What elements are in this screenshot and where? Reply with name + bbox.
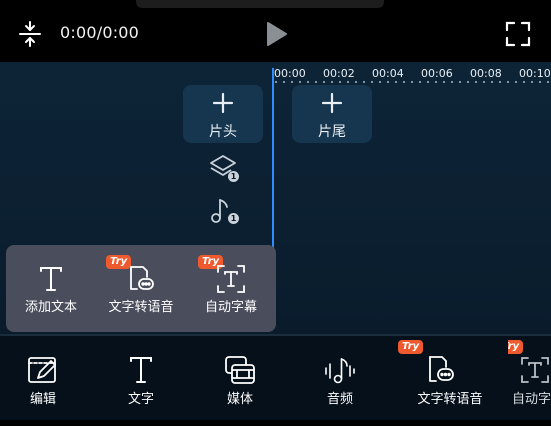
tick-label: 00:00 — [274, 67, 306, 80]
text-popup-menu: 添加文本 Try 文字转语音 Try 自动字幕 — [6, 245, 276, 332]
layer-count-badge: 1 — [228, 171, 239, 182]
play-icon[interactable] — [264, 21, 288, 47]
player-bar: 0:00/0:00 — [0, 0, 551, 62]
audio-icon — [325, 358, 355, 384]
tool-label: 编辑 — [29, 392, 56, 407]
popup-item-label: 自动字幕 — [204, 300, 257, 315]
tool-label: 文字 — [127, 392, 154, 407]
audio-count-badge: 1 — [228, 213, 239, 224]
tick-label: 00:04 — [372, 67, 404, 80]
audio-track-button[interactable]: 1 — [209, 196, 239, 224]
popup-text-to-speech[interactable]: Try 文字转语音 — [96, 245, 186, 332]
plus-icon — [212, 92, 234, 114]
bottom-toolbar: 编辑 文字 媒体 音频 Try 文字转语音 ry 自动字 — [0, 334, 551, 426]
playback-time: 0:00/0:00 — [60, 23, 140, 42]
text-icon — [130, 357, 152, 383]
tool-label: 自动字 — [512, 392, 551, 407]
auto-caption-icon — [217, 265, 245, 293]
tool-text-to-speech[interactable]: Try 文字转语音 — [397, 334, 503, 426]
add-outro-label: 片尾 — [318, 124, 346, 140]
tool-auto-caption[interactable]: Try 自动字 — [508, 334, 551, 426]
tool-label: 文字转语音 — [417, 392, 483, 407]
layers-track-button[interactable]: 1 — [209, 154, 239, 182]
text-to-speech-icon — [429, 356, 454, 382]
plus-icon — [321, 92, 343, 114]
text-icon — [40, 267, 62, 291]
popup-add-text[interactable]: 添加文本 — [6, 245, 96, 332]
bottom-edge — [0, 420, 551, 426]
fullscreen-icon[interactable] — [505, 21, 531, 47]
try-badge: Try — [508, 340, 524, 354]
tick-label: 00:08 — [470, 67, 502, 80]
edit-icon — [28, 357, 56, 383]
media-icon — [225, 356, 255, 384]
tick-label: 00:06 — [421, 67, 453, 80]
ruler-ticks — [272, 80, 551, 84]
tool-edit[interactable]: 编辑 — [0, 334, 86, 426]
tool-audio[interactable]: 音频 — [297, 334, 383, 426]
try-badge: Try — [398, 340, 424, 354]
tool-media[interactable]: 媒体 — [197, 334, 283, 426]
tool-label: 音频 — [326, 392, 353, 407]
camera-notch — [136, 0, 384, 8]
auto-caption-icon — [521, 357, 549, 383]
text-to-speech-icon — [130, 266, 154, 290]
tool-text[interactable]: 文字 — [98, 334, 184, 426]
playhead[interactable] — [272, 68, 274, 250]
popup-auto-caption[interactable]: Try 自动字幕 — [186, 245, 276, 332]
add-intro-button[interactable]: 片头 — [183, 85, 263, 143]
collapse-vertical-icon[interactable] — [18, 20, 42, 48]
tool-label: 媒体 — [226, 392, 253, 407]
tick-label: 00:10 — [519, 67, 551, 80]
add-intro-label: 片头 — [209, 124, 237, 140]
add-outro-button[interactable]: 片尾 — [292, 85, 372, 143]
tick-label: 00:02 — [323, 67, 355, 80]
